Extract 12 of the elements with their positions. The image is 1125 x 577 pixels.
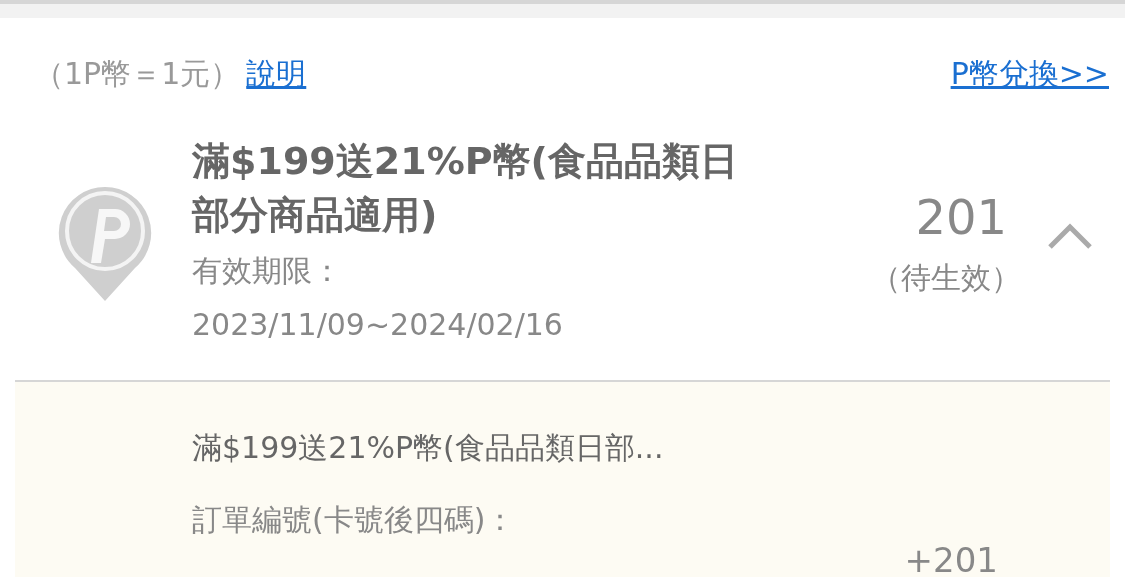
chevron-up-icon[interactable] [1047, 223, 1093, 249]
help-link[interactable]: 說明 [246, 50, 307, 96]
validity-range: 2023/11/09~2024/02/16 [192, 306, 564, 344]
point-status: （待生效） [871, 258, 1021, 297]
point-title: 滿$199送21%P幣(食品品類日部分商品適用) [192, 138, 739, 239]
detail-title: 滿$199送21%P幣(食品品類日部... [192, 429, 665, 467]
validity-label: 有效期限： [192, 252, 343, 290]
point-amount: 201 [915, 187, 1007, 247]
exchange-link[interactable]: P幣兌換>> [950, 50, 1109, 96]
detail-amount: +201 [904, 539, 998, 577]
rate-note: （1P幣＝1元） [34, 54, 241, 93]
order-label: 訂單編號(卡號後四碼)： [192, 501, 517, 539]
